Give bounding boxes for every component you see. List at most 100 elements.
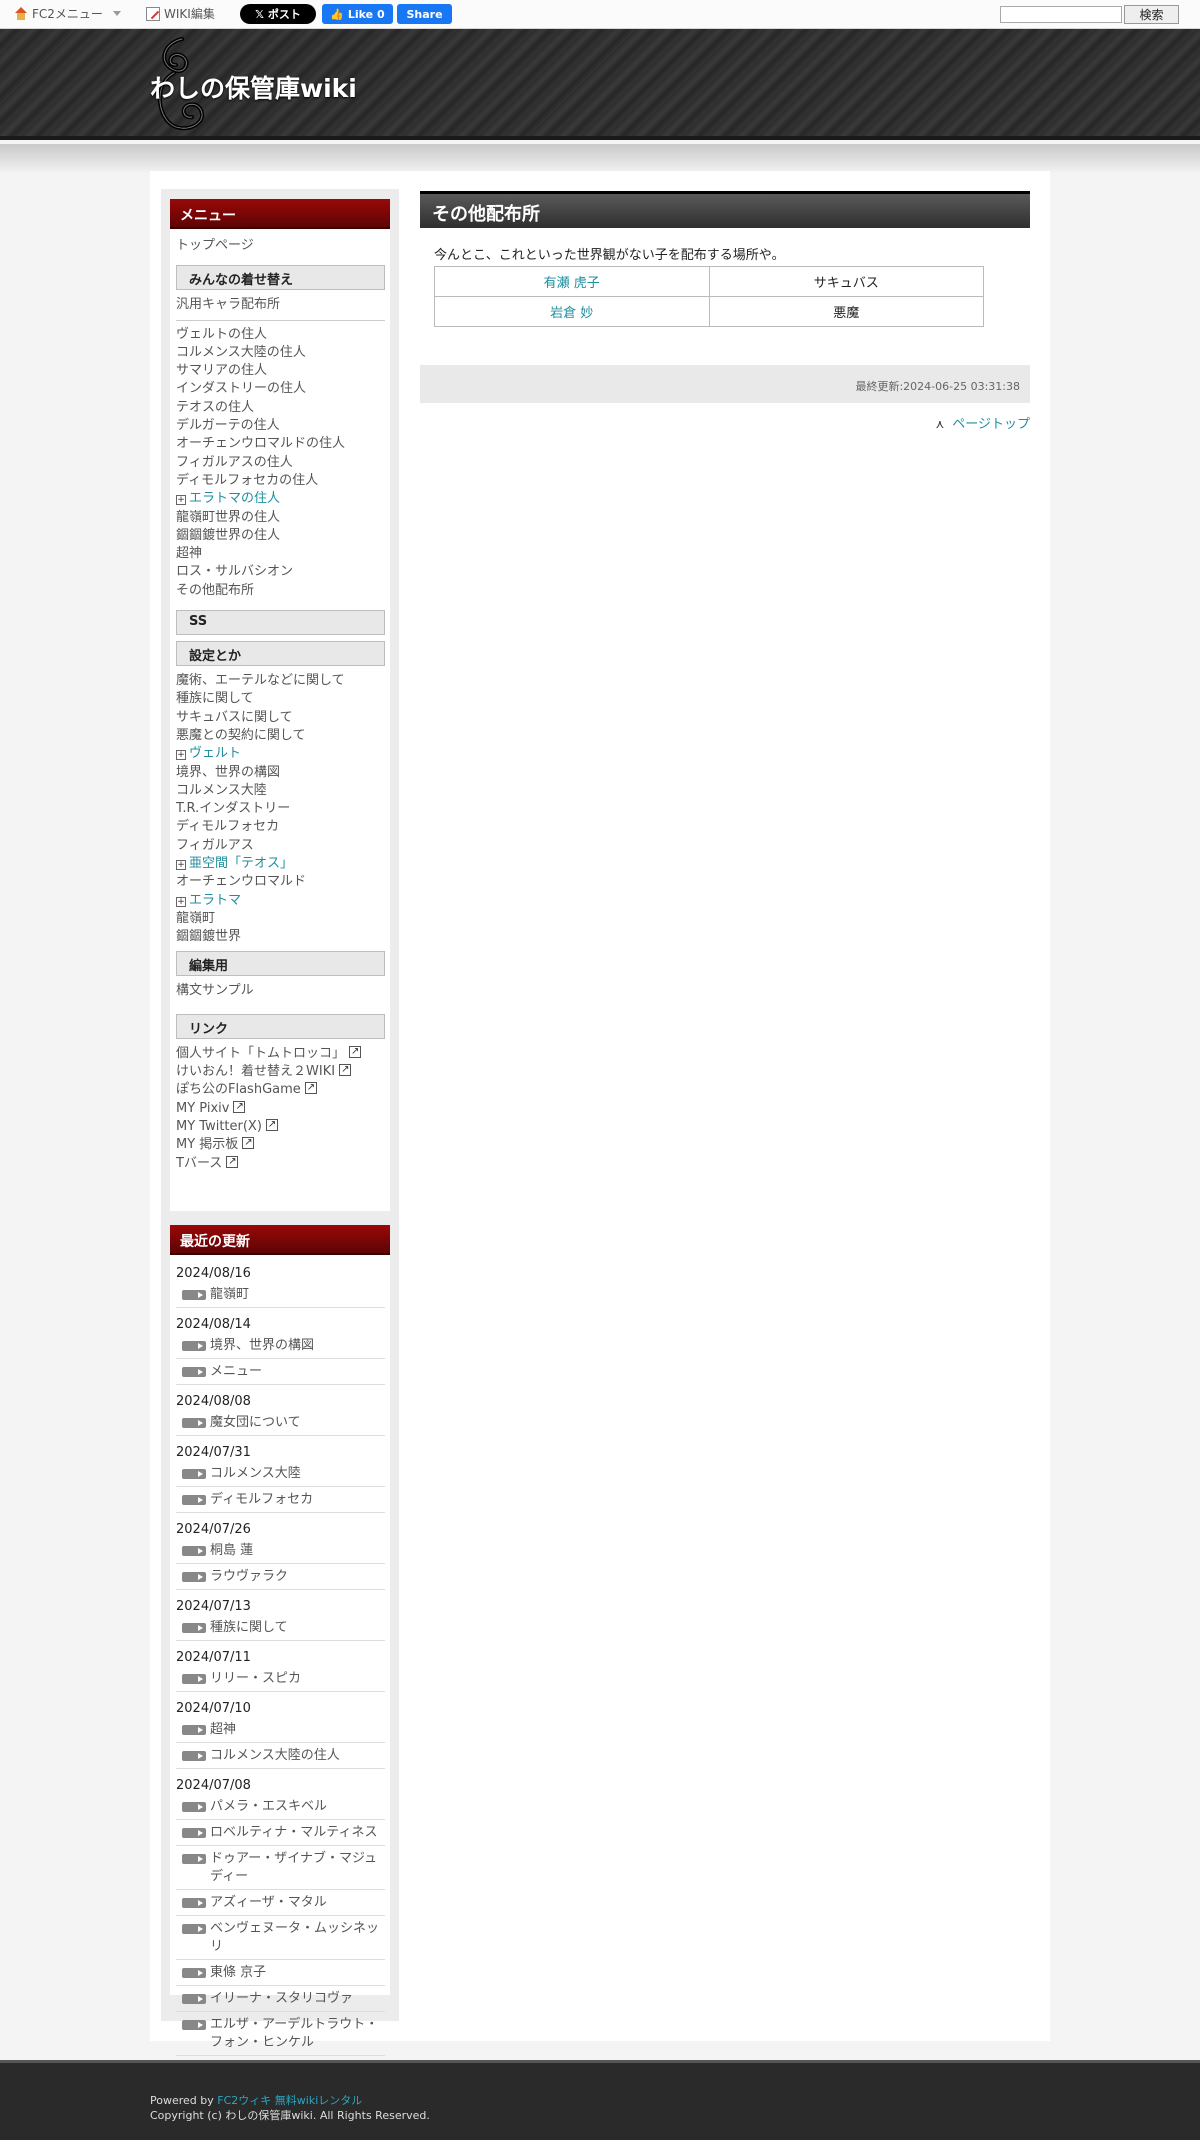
recent-update-label: ディモルフォセカ (210, 1492, 314, 1507)
recent-update-label: イリーナ・スタリコヴァ (210, 1991, 354, 2006)
recent-update-item[interactable]: 魔女団について (176, 1410, 385, 1436)
sidebar-item[interactable]: オーチェンウロマルドの住人 (176, 435, 385, 453)
search-input[interactable] (1000, 6, 1122, 23)
sidebar-item[interactable]: インダストリーの住人 (176, 380, 385, 398)
sidebar-item[interactable]: デルガーテの住人 (176, 417, 385, 435)
sidebar-item[interactable]: ディモルフォセカ (176, 818, 385, 836)
recent-update-item[interactable]: ラウヴァラク (176, 1564, 385, 1590)
recent-update-label: ロベルティナ・マルティネス (210, 1825, 378, 1840)
fc2-menu-button[interactable]: FC2メニュー (14, 5, 121, 22)
recent-update-date: 2024/08/08 (176, 1394, 251, 1409)
fc2-wiki-link[interactable]: FC2ウィキ 無料wikiレンタル (217, 2094, 362, 2107)
sidebar-item-label: 龍嶺町世界の住人 (176, 509, 281, 525)
sidebar-item[interactable]: + ヴェルト (176, 745, 385, 763)
recent-update-item[interactable]: 龍嶺町 (176, 1282, 385, 1308)
external-link-item[interactable]: MY 掲示板 (176, 1134, 385, 1154)
sidebar-item[interactable]: ヴェルトの住人 (176, 326, 385, 344)
sidebar-item[interactable]: 悪魔との契約に関して (176, 727, 385, 745)
fb-like-button[interactable]: 👍 Like 0 (322, 4, 393, 24)
sidebar-item[interactable]: 錮錮鍍世界 (176, 928, 385, 946)
sidebar-item[interactable]: その他配布所 (176, 582, 385, 600)
sidebar-item[interactable]: 魔術、エーテルなどに関して (176, 672, 385, 690)
section-heading-links: リンク (176, 1013, 385, 1039)
wiki-edit-button[interactable]: WIKI編集 (146, 5, 215, 22)
external-link-item[interactable]: けいおん！着せ替え２WIKI (176, 1061, 385, 1081)
sidebar-item-label: インダストリーの住人 (176, 381, 307, 397)
sidebar-item[interactable]: サキュバスに関して (176, 709, 385, 727)
sidebar-item[interactable]: ディモルフォセカの住人 (176, 472, 385, 490)
recent-update-item[interactable]: ベンヴェヌータ・ムッシネッリ (176, 1916, 385, 1960)
x-post-button[interactable]: 𝕏 ポスト (240, 4, 316, 24)
recent-update-item[interactable]: ディモルフォセカ (176, 1487, 385, 1513)
fb-share-button[interactable]: Share (397, 4, 452, 24)
external-link-item[interactable]: 個人サイト「トムトロッコ」 (176, 1043, 385, 1063)
sidebar-item-label: コルメンス大陸 (176, 782, 267, 798)
search-button[interactable]: 検索 (1124, 5, 1179, 24)
arrow-right-icon (182, 1623, 206, 1633)
character-type: サキュバス (708, 266, 984, 297)
sidebar-item[interactable]: フィガルアス (176, 837, 385, 855)
sidebar-item[interactable]: コルメンス大陸の住人 (176, 344, 385, 362)
recent-update-item[interactable]: パメラ・エスキベル (176, 1794, 385, 1820)
sidebar-item[interactable]: 龍嶺町 (176, 910, 385, 928)
sidebar-item-label: 亜空間「テオス」 (189, 856, 294, 872)
character-name-link[interactable]: 岩倉 妙 (434, 296, 710, 327)
arrow-right-icon (182, 1924, 206, 1934)
recent-update-item[interactable]: ロベルティナ・マルティネス (176, 1820, 385, 1846)
sidebar-item-top-page[interactable]: トップページ (176, 237, 385, 255)
external-link-label: 個人サイト「トムトロッコ」 (176, 1045, 346, 1061)
sidebar-item[interactable]: + エラトマの住人 (176, 490, 385, 508)
recent-update-item[interactable]: メニュー (176, 1359, 385, 1385)
character-name-link[interactable]: 有瀬 虎子 (434, 266, 710, 297)
expand-plus-icon[interactable]: + (176, 750, 186, 761)
sidebar-item[interactable]: ロス・サルバシオン (176, 563, 385, 581)
recent-update-item[interactable]: 超神 (176, 1717, 385, 1743)
recent-update-item[interactable]: ドゥアー・ザイナブ・マジュディー (176, 1846, 385, 1890)
sidebar-item[interactable]: 龍嶺町世界の住人 (176, 509, 385, 527)
expand-plus-icon[interactable]: + (176, 495, 186, 506)
sidebar-item[interactable]: サマリアの住人 (176, 362, 385, 380)
recent-update-label: リリー・スピカ (210, 1671, 302, 1686)
sidebar-item-general[interactable]: 汎用キャラ配布所 (176, 296, 385, 314)
recent-update-item[interactable]: コルメンス大陸の住人 (176, 1743, 385, 1769)
recent-update-item[interactable]: エルザ・アーデルトラウト・フォン・ヒンケル (176, 2012, 385, 2056)
sidebar-item[interactable]: + エラトマ (176, 892, 385, 910)
external-link-icon (349, 1043, 362, 1061)
section-heading-edit: 編集用 (176, 950, 385, 976)
sidebar-item[interactable]: コルメンス大陸 (176, 782, 385, 800)
sidebar-item-label: ヴェルト (189, 746, 242, 762)
recent-update-item[interactable]: リリー・スピカ (176, 1666, 385, 1692)
sidebar-item[interactable]: オーチェンウロマルド (176, 873, 385, 891)
sidebar-item[interactable]: 境界、世界の構図 (176, 764, 385, 782)
sidebar-item[interactable]: 錮錮鍍世界の住人 (176, 527, 385, 545)
recent-update-item[interactable]: 桐島 蓮 (176, 1538, 385, 1564)
recent-update-item[interactable]: イリーナ・スタリコヴァ (176, 1986, 385, 2012)
external-link-item[interactable]: ぽち公のFlashGame (176, 1079, 385, 1099)
external-link-item[interactable]: MY Twitter(X) (176, 1116, 385, 1136)
recent-update-item[interactable]: 東條 京子 (176, 1960, 385, 1986)
recent-update-label: 境界、世界の構図 (210, 1338, 315, 1353)
expand-plus-icon[interactable]: + (176, 860, 186, 871)
sidebar-item-label: デルガーテの住人 (176, 418, 280, 434)
recent-update-item[interactable]: コルメンス大陸 (176, 1461, 385, 1487)
sidebar-item[interactable]: フィガルアスの住人 (176, 454, 385, 472)
recent-update-item[interactable]: アズィーザ・マタル (176, 1890, 385, 1916)
recent-update-item[interactable]: 境界、世界の構図 (176, 1333, 385, 1359)
sidebar-item[interactable]: T.R.インダストリー (176, 800, 385, 818)
sidebar-item[interactable]: 超神 (176, 545, 385, 563)
wiki-edit-label: WIKI編集 (164, 7, 215, 21)
page-top-link[interactable]: ⋏ ページトップ (420, 413, 1030, 432)
sidebar-item[interactable]: テオスの住人 (176, 399, 385, 417)
recent-update-item[interactable]: 種族に関して (176, 1615, 385, 1641)
external-link-icon (226, 1153, 239, 1171)
sidebar-item[interactable]: 種族に関して (176, 690, 385, 708)
section-heading-ss[interactable]: SS (176, 610, 385, 636)
external-link-item[interactable]: Tバース (176, 1153, 385, 1173)
sidebar-item-label: 種族に関して (176, 691, 254, 707)
arrow-right-icon (182, 1854, 206, 1864)
expand-plus-icon[interactable]: + (176, 896, 186, 907)
site-title[interactable]: わしの保管庫wiki (150, 69, 357, 105)
external-link-item[interactable]: MY Pixiv (176, 1098, 385, 1118)
sidebar-item-syntax-sample[interactable]: 構文サンプル (176, 982, 385, 1000)
sidebar-item[interactable]: + 亜空間「テオス」 (176, 855, 385, 873)
